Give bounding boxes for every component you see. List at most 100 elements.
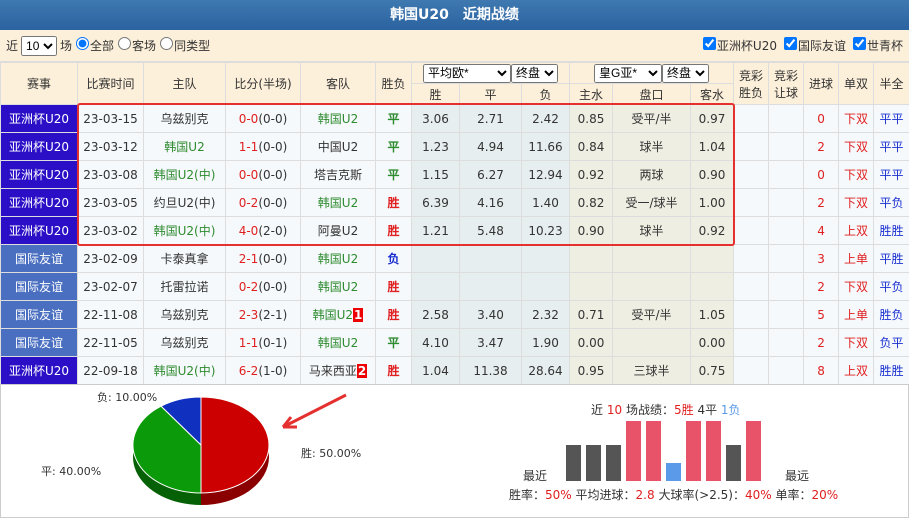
cell-score: 0-0(0-0) [226, 161, 301, 189]
cell-l: 2.32 [522, 301, 570, 329]
pie-label: 胜: 50.00% [301, 446, 361, 460]
cell-jc1 [734, 301, 769, 329]
match-count-select[interactable]: 10 [21, 36, 57, 56]
team-name[interactable]: 乌兹别克 [160, 336, 208, 350]
team-name[interactable]: 卡泰真拿 [160, 252, 208, 266]
cell-d: 5.48 [460, 217, 522, 245]
cell-league[interactable]: 亚洲杯U20 [1, 189, 78, 217]
team-name[interactable]: 韩国U2(中) [154, 364, 216, 378]
check-world-youth[interactable]: 世青杯 [852, 37, 903, 54]
team-name[interactable]: 马来西亚 [309, 364, 357, 378]
cell-league[interactable]: 国际友谊 [1, 301, 78, 329]
cell-goals: 2 [804, 273, 839, 301]
cell-home: 乌兹别克 [144, 301, 226, 329]
half-time-score: (2-0) [258, 224, 287, 238]
cell-goals: 4 [804, 217, 839, 245]
cell-score: 1-1(0-1) [226, 329, 301, 357]
team-name[interactable]: 托雷拉诺 [160, 280, 208, 294]
team-name[interactable]: 中国U2 [318, 140, 358, 154]
check-friendly[interactable]: 国际友谊 [783, 37, 846, 54]
cell-league[interactable]: 亚洲杯U20 [1, 105, 78, 133]
team-name[interactable]: 韩国U2(中) [154, 224, 216, 238]
full-time-score: 0-0 [239, 168, 259, 182]
team-name[interactable]: 乌兹别克 [160, 112, 208, 126]
half-time-score: (0-0) [258, 168, 287, 182]
cell-w [412, 245, 460, 273]
radio-same-type[interactable]: 同类型 [159, 37, 210, 54]
team-name[interactable]: 塔吉克斯 [314, 168, 362, 182]
cell-hw: 0.00 [570, 329, 613, 357]
team-name[interactable]: 韩国U2 [318, 336, 358, 350]
filter-suffix: 场 [60, 37, 72, 54]
result-bar [646, 421, 661, 481]
cell-hf: 胜胜 [874, 217, 909, 245]
cell-jc2 [769, 357, 804, 385]
check-asia-cup[interactable]: 亚洲杯U20 [702, 37, 777, 54]
half-time-score: (0-1) [258, 336, 287, 350]
cell-aw: 0.97 [691, 105, 734, 133]
cell-hf: 平平 [874, 161, 909, 189]
team-name[interactable]: 乌兹别克 [160, 308, 208, 322]
cell-hw: 0.84 [570, 133, 613, 161]
euro-close-select[interactable]: 终盘 [511, 64, 558, 83]
cell-d: 6.27 [460, 161, 522, 189]
asian-close-select[interactable]: 终盘 [662, 64, 709, 83]
full-time-score: 4-0 [239, 224, 259, 238]
cell-oe: 下双 [839, 105, 874, 133]
cell-league[interactable]: 国际友谊 [1, 245, 78, 273]
cell-score: 6-2(1-0) [226, 357, 301, 385]
team-name[interactable]: 韩国U2(中) [154, 168, 216, 182]
euro-company-select[interactable]: 平均欧* [423, 64, 511, 83]
cell-home: 乌兹别克 [144, 329, 226, 357]
header-odd-even: 单双 [839, 63, 874, 105]
cell-jc2 [769, 189, 804, 217]
radio-away[interactable]: 客场 [117, 37, 156, 54]
cell-score: 1-1(0-0) [226, 133, 301, 161]
cell-aw: 1.00 [691, 189, 734, 217]
cell-score: 0-2(0-0) [226, 273, 301, 301]
team-name[interactable]: 阿曼U2 [318, 224, 358, 238]
team-name[interactable]: 韩国U2 [313, 308, 353, 322]
asian-company-select[interactable]: 皇G亚* [594, 64, 662, 83]
team-name[interactable]: 韩国U2 [318, 112, 358, 126]
cell-league[interactable]: 国际友谊 [1, 329, 78, 357]
cell-res: 平 [376, 329, 412, 357]
red-card-badge: 1 [353, 308, 363, 322]
cell-line: 受平/半 [613, 105, 691, 133]
cell-goals: 5 [804, 301, 839, 329]
team-name[interactable]: 韩国U2 [318, 196, 358, 210]
cell-league[interactable]: 亚洲杯U20 [1, 217, 78, 245]
cell-hw [570, 273, 613, 301]
cell-goals: 2 [804, 329, 839, 357]
table-row: 亚洲杯U2023-03-12韩国U21-1(0-0)中国U2平1.234.941… [1, 133, 909, 161]
team-name[interactable]: 韩国U2 [164, 140, 204, 154]
cell-res: 胜 [376, 189, 412, 217]
cell-home: 乌兹别克 [144, 105, 226, 133]
cell-hw: 0.71 [570, 301, 613, 329]
cell-l: 12.94 [522, 161, 570, 189]
radio-all[interactable]: 全部 [75, 37, 114, 54]
cell-jc2 [769, 329, 804, 357]
team-name[interactable]: 韩国U2 [318, 252, 358, 266]
cell-goals: 2 [804, 133, 839, 161]
cell-line [613, 273, 691, 301]
cell-league[interactable]: 亚洲杯U20 [1, 161, 78, 189]
cell-l: 2.42 [522, 105, 570, 133]
cell-line: 受平/半 [613, 301, 691, 329]
cell-league[interactable]: 亚洲杯U20 [1, 133, 78, 161]
cell-jc1 [734, 273, 769, 301]
recent-label: 最近 [523, 467, 547, 484]
team-name[interactable]: 约旦U2(中) [154, 196, 216, 210]
team-name[interactable]: 韩国U2 [318, 280, 358, 294]
cell-l [522, 273, 570, 301]
cell-league[interactable]: 亚洲杯U20 [1, 357, 78, 385]
cell-w: 2.58 [412, 301, 460, 329]
header-result: 胜负 [376, 63, 412, 105]
cell-league[interactable]: 国际友谊 [1, 273, 78, 301]
cell-hf: 负平 [874, 329, 909, 357]
cell-goals: 2 [804, 189, 839, 217]
cell-away: 韩国U2 [301, 245, 376, 273]
header-home: 主队 [144, 63, 226, 105]
cell-res: 负 [376, 245, 412, 273]
half-time-score: (0-0) [258, 196, 287, 210]
